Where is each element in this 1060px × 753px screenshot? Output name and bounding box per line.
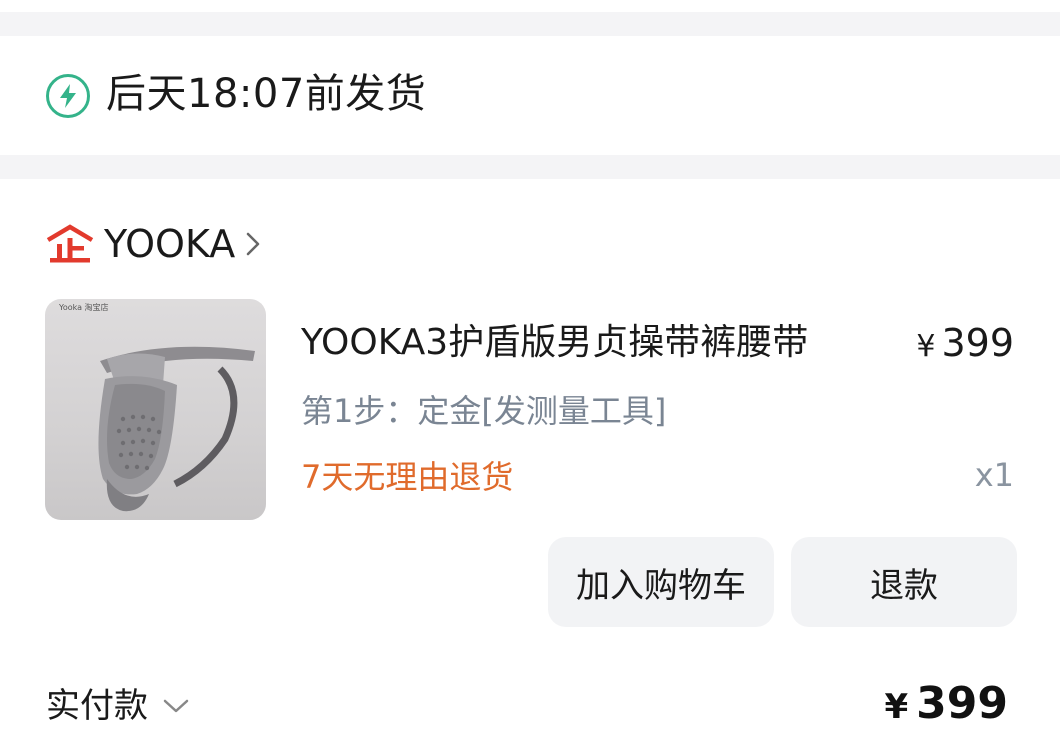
- return-policy-badge: 7天无理由退货: [301, 458, 514, 496]
- chevron-down-icon: [163, 699, 189, 713]
- price-value: 399: [941, 321, 1014, 365]
- section-gap: [0, 155, 1060, 179]
- top-strip: [0, 0, 1060, 12]
- refund-button[interactable]: 退款: [791, 537, 1017, 627]
- amount-value: 399: [916, 678, 1008, 729]
- product-spec: 第1步：定金[发测量工具]: [301, 392, 667, 430]
- currency-symbol: ¥: [884, 687, 909, 727]
- quantity: x1: [974, 456, 1014, 494]
- chevron-right-icon: [246, 232, 260, 256]
- product-image: [98, 346, 255, 512]
- payment-amount: ¥399: [884, 676, 1008, 735]
- lightning-icon: [46, 74, 90, 118]
- payment-summary-toggle[interactable]: 实付款: [46, 683, 190, 729]
- shop-name: YOOKA: [104, 222, 236, 266]
- product-title[interactable]: YOOKA3护盾版男贞操带裤腰带: [301, 320, 808, 366]
- shop-header[interactable]: YOOKA: [44, 222, 263, 266]
- currency-symbol: ¥: [916, 329, 936, 364]
- product-thumbnail[interactable]: Yooka 淘宝店: [45, 299, 266, 520]
- payment-label: 实付款: [46, 686, 148, 726]
- product-price: ¥399: [916, 320, 1014, 370]
- section-gap: [0, 12, 1060, 36]
- add-to-cart-button[interactable]: 加入购物车: [548, 537, 774, 627]
- enterprise-shop-icon: [46, 224, 94, 263]
- shipping-eta-text: 后天18:07前发货: [106, 71, 427, 117]
